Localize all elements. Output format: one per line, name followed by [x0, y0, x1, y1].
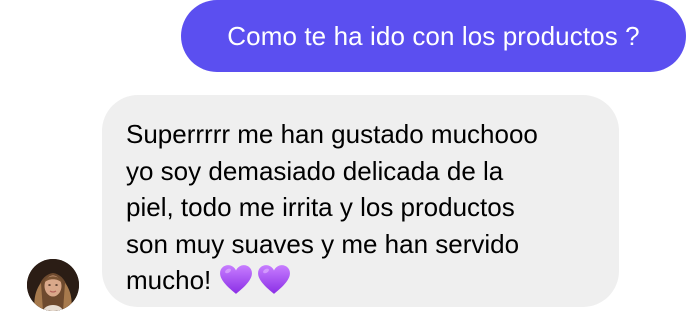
outgoing-message-text: Como te ha ido con los productos ? [227, 20, 640, 51]
profile-photo [27, 259, 79, 311]
incoming-message-bubble[interactable]: Superrrrr me han gustado muchooo yo soy … [102, 95, 619, 307]
purple-heart-icon [258, 265, 291, 294]
outgoing-message-bubble[interactable]: Como te ha ido con los productos ? [181, 0, 686, 72]
incoming-message-text: Superrrrr me han gustado muchooo yo soy … [126, 119, 538, 295]
purple-heart-icon [220, 265, 253, 294]
chat-thread: Como te ha ido con los productos ? Super… [0, 0, 700, 317]
avatar[interactable] [27, 259, 79, 311]
